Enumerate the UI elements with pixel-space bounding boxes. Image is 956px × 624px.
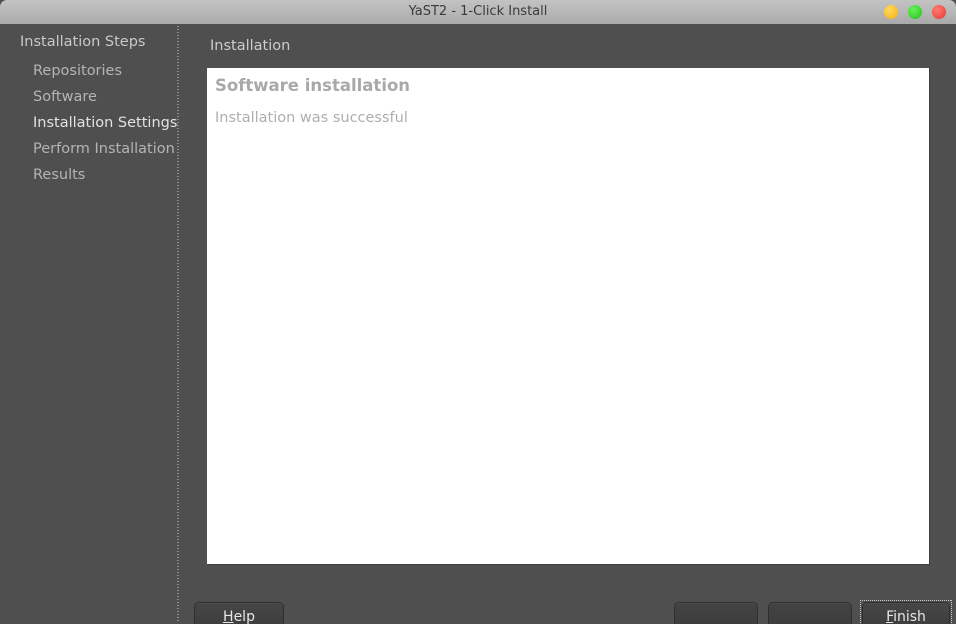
close-button-icon[interactable] (932, 5, 946, 19)
finish-button[interactable]: Finish (862, 602, 950, 624)
panel-status-text: Installation was successful (215, 110, 408, 126)
window-title: YaST2 - 1-Click Install (408, 4, 548, 19)
dialog-button-row: Help Finish (180, 580, 956, 624)
sidebar-divider (177, 26, 179, 622)
help-button[interactable]: Help (194, 602, 284, 624)
help-mnemonic: H (223, 609, 234, 624)
finish-button-label: Finish (886, 609, 926, 624)
window-titlebar[interactable]: YaST2 - 1-Click Install (0, 0, 956, 24)
panel-heading: Software installation (215, 76, 411, 95)
maximize-button-icon[interactable] (908, 5, 922, 19)
installation-steps-sidebar: Installation Steps Repositories Software… (0, 24, 178, 624)
sidebar-item-results: Results (33, 167, 86, 183)
sidebar-step-list: Repositories Software Installation Setti… (33, 58, 178, 188)
sidebar-title: Installation Steps (20, 34, 146, 50)
sidebar-item-repositories: Repositories (33, 63, 123, 79)
sidebar-item-installation-settings: Installation Settings (33, 115, 178, 131)
finish-label-rest: inish (893, 609, 926, 624)
installation-log-panel: Software installation Installation was s… (207, 68, 930, 565)
help-label-rest: elp (233, 609, 255, 624)
window-controls (884, 5, 946, 19)
back-button[interactable] (674, 602, 758, 624)
yast-installer-window: YaST2 - 1-Click Install Installation Ste… (0, 0, 956, 624)
minimize-button-icon[interactable] (884, 5, 898, 19)
sidebar-item-perform-installation: Perform Installation (33, 141, 175, 157)
help-button-label: Help (223, 609, 255, 624)
installation-tab-label: Installation (210, 38, 291, 54)
sidebar-item-software: Software (33, 89, 97, 105)
main-content-area: Installation Software installation Insta… (180, 24, 956, 624)
next-button[interactable] (768, 602, 852, 624)
